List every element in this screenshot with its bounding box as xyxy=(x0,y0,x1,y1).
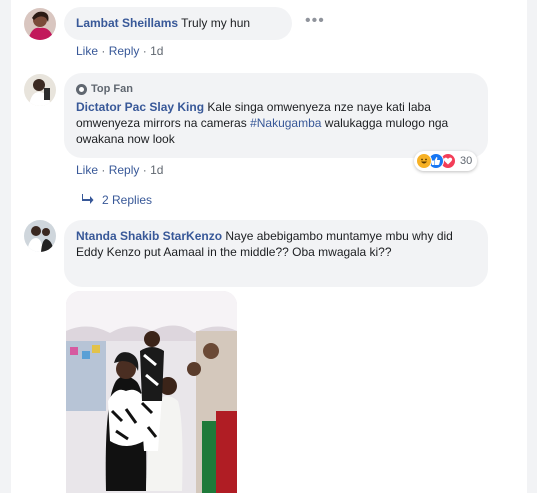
comment-bubble: Lambat Sheillams Truly my hun xyxy=(64,7,292,40)
avatar[interactable] xyxy=(24,8,56,40)
reply-arrow-icon xyxy=(82,193,94,207)
avatar[interactable] xyxy=(24,74,56,106)
view-replies-link[interactable]: 2 Replies xyxy=(82,193,152,207)
comment-author[interactable]: Lambat Sheillams xyxy=(76,16,178,30)
like-button[interactable]: Like xyxy=(76,163,98,177)
reaction-summary[interactable]: 30 xyxy=(414,151,478,171)
replies-count-label[interactable]: 2 Replies xyxy=(102,193,152,207)
avatar[interactable] xyxy=(24,220,56,252)
comment-author[interactable]: Dictator Pac Slay King xyxy=(76,100,204,114)
comment-author[interactable]: Ntanda Shakib StarKenzo xyxy=(76,229,222,243)
comment-actions: Like · Reply · 1d xyxy=(76,163,164,177)
top-fan-badge: Top Fan xyxy=(76,81,476,97)
comment-attached-photo[interactable] xyxy=(66,291,237,493)
reaction-count: 30 xyxy=(460,155,473,167)
reply-button[interactable]: Reply xyxy=(109,163,140,177)
comment-text: Truly my hun xyxy=(181,16,251,30)
comment-bubble: Ntanda Shakib StarKenzo Naye abebigambo … xyxy=(64,220,488,287)
comment-bubble: Top Fan Dictator Pac Slay King Kale sing… xyxy=(64,73,488,158)
like-button[interactable]: Like xyxy=(76,44,98,58)
comment-time[interactable]: 1d xyxy=(150,44,163,58)
more-horizontal-icon[interactable]: ••• xyxy=(305,12,325,30)
haha-reaction-icon xyxy=(416,153,432,169)
comment-actions: Like · Reply · 1d xyxy=(76,44,164,58)
top-fan-icon xyxy=(76,83,87,95)
top-fan-label: Top Fan xyxy=(91,83,133,95)
hashtag-link[interactable]: #Nakugamba xyxy=(250,116,321,130)
reply-button[interactable]: Reply xyxy=(109,44,140,58)
comment-time[interactable]: 1d xyxy=(150,163,163,177)
